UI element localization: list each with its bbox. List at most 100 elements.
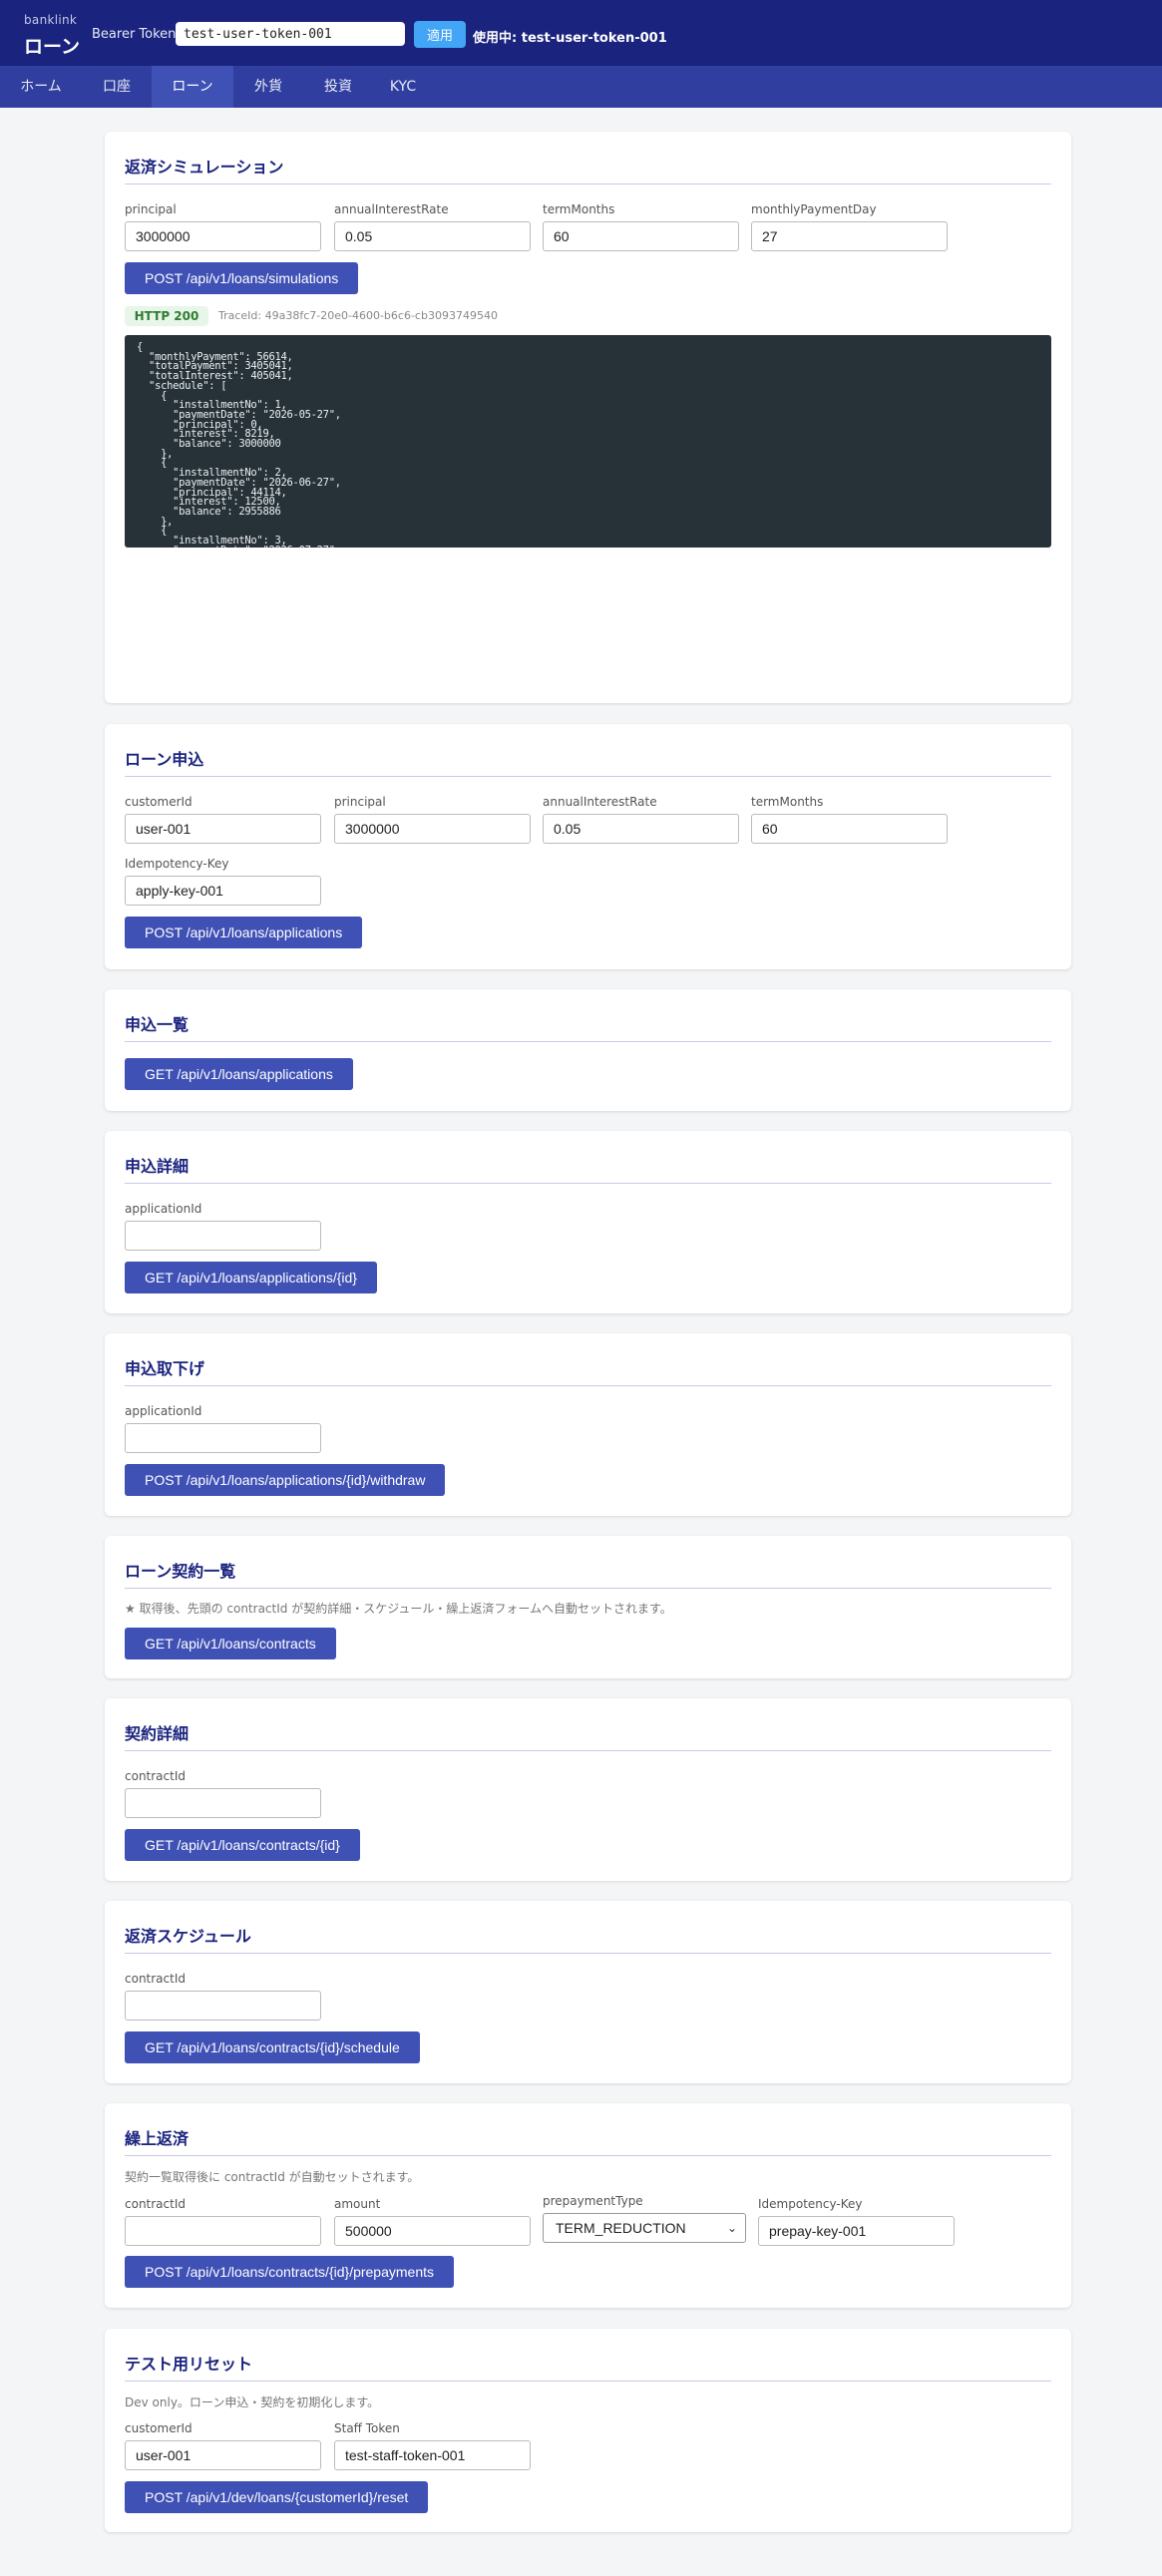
prepayment-type-select[interactable]: TERM_REDUCTION ⌄ — [543, 2213, 746, 2243]
customer-id-input[interactable] — [125, 2440, 321, 2470]
application-id-input[interactable] — [125, 1423, 321, 1453]
current-token-status: 使用中: test-user-token-001 — [473, 31, 667, 46]
run-simulation-button[interactable]: POST /api/v1/loans/simulations — [125, 262, 359, 294]
divider — [125, 1588, 1051, 1589]
contract-id-input[interactable] — [125, 1788, 321, 1818]
section-title: 契約詳細 — [125, 1724, 190, 1743]
term-months-input[interactable] — [543, 221, 739, 251]
brand-name: banklink — [24, 13, 78, 27]
section-title: 申込一覧 — [125, 1015, 190, 1034]
annual-interest-rate-label: annualInterestRate — [334, 202, 449, 216]
principal-input[interactable] — [334, 814, 531, 844]
section-title: 返済スケジュール — [125, 1927, 251, 1946]
list-applications-button[interactable]: GET /api/v1/loans/applications — [125, 1058, 353, 1090]
page-title: ローン — [24, 36, 81, 58]
contract-id-label: contractId — [125, 1972, 186, 1986]
application-id-label: applicationId — [125, 1202, 202, 1216]
top-bar: banklink ローン Bearer Token 適用 使用中: test-u… — [0, 0, 1162, 66]
annual-interest-rate-label: annualInterestRate — [543, 795, 657, 809]
monthly-payment-day-input[interactable] — [751, 221, 948, 251]
divider — [125, 2155, 1051, 2156]
status-badge: HTTP 200 — [125, 306, 208, 326]
amount-label: amount — [334, 2197, 381, 2211]
divider — [125, 2381, 1051, 2382]
section-title: ローン契約一覧 — [125, 1562, 236, 1581]
prepayment-note: 契約一覧取得後に contractId が自動セットされます。 — [125, 2170, 420, 2184]
get-application-button[interactable]: GET /api/v1/loans/applications/{id} — [125, 1262, 377, 1293]
tab-investment[interactable]: 投資 — [303, 66, 373, 108]
divider — [125, 1750, 1051, 1751]
reset-loans-button[interactable]: POST /api/v1/dev/loans/{customerId}/rese… — [125, 2481, 429, 2513]
get-contract-button[interactable]: GET /api/v1/loans/contracts/{id} — [125, 1829, 360, 1861]
divider — [125, 1183, 1051, 1184]
divider — [125, 1385, 1051, 1386]
annual-interest-rate-input[interactable] — [334, 221, 531, 251]
application-id-label: applicationId — [125, 1404, 202, 1418]
nav-bar: ホーム 口座 ローン 外貨 投資 KYC — [0, 66, 1162, 108]
idempotency-key-input[interactable] — [125, 876, 321, 906]
withdraw-application-button[interactable]: POST /api/v1/loans/applications/{id}/wit… — [125, 1464, 446, 1496]
token-label: Bearer Token — [92, 27, 177, 42]
contract-list-card: ローン契約一覧 ★ 取得後、先頭の contractId が契約詳細・スケジュー… — [105, 1536, 1071, 1678]
simulation-card: 返済シミュレーション principal annualInterestRate … — [105, 132, 1071, 703]
prepayment-type-value: TERM_REDUCTION — [556, 2220, 686, 2236]
amount-input[interactable] — [334, 2216, 531, 2246]
list-contracts-button[interactable]: GET /api/v1/loans/contracts — [125, 1628, 336, 1659]
get-schedule-button[interactable]: GET /api/v1/loans/contracts/{id}/schedul… — [125, 2031, 420, 2063]
divider — [125, 776, 1051, 777]
customer-id-input[interactable] — [125, 814, 321, 844]
response-panel[interactable]: { "monthlyPayment": 56614, "totalPayment… — [125, 335, 1051, 548]
contract-id-label: contractId — [125, 1769, 186, 1783]
contract-id-label: contractId — [125, 2197, 186, 2211]
tab-home[interactable]: ホーム — [0, 66, 82, 108]
divider — [125, 1041, 1051, 1042]
tab-accounts[interactable]: 口座 — [82, 66, 152, 108]
tab-loans[interactable]: ローン — [152, 66, 233, 108]
idempotency-key-input[interactable] — [758, 2216, 955, 2246]
divider — [125, 1953, 1051, 1954]
apply-token-button[interactable]: 適用 — [414, 21, 466, 48]
prepayment-card: 繰上返済 契約一覧取得後に contractId が自動セットされます。 con… — [105, 2103, 1071, 2308]
response-json: { "monthlyPayment": 56614, "totalPayment… — [137, 341, 341, 548]
tab-kyc[interactable]: KYC — [373, 66, 433, 108]
idempotency-key-label: Idempotency-Key — [125, 857, 229, 871]
section-title: 繰上返済 — [125, 2129, 190, 2148]
application-withdraw-card: 申込取下げ applicationId POST /api/v1/loans/a… — [105, 1333, 1071, 1516]
test-reset-card: テスト用リセット Dev only。ローン申込・契約を初期化します。 custo… — [105, 2329, 1071, 2532]
section-title: 申込取下げ — [125, 1359, 205, 1378]
customer-id-label: customerId — [125, 795, 193, 809]
idempotency-key-label: Idempotency-Key — [758, 2197, 863, 2211]
tab-forex[interactable]: 外貨 — [233, 66, 303, 108]
application-list-card: 申込一覧 GET /api/v1/loans/applications — [105, 989, 1071, 1111]
repayment-schedule-card: 返済スケジュール contractId GET /api/v1/loans/co… — [105, 1901, 1071, 2083]
staff-token-input[interactable] — [334, 2440, 531, 2470]
term-months-label: termMonths — [543, 202, 615, 216]
loan-application-card: ローン申込 customerId principal annualInteres… — [105, 724, 1071, 969]
principal-input[interactable] — [125, 221, 321, 251]
prepayment-type-label: prepaymentType — [543, 2194, 643, 2208]
term-months-input[interactable] — [751, 814, 948, 844]
contract-list-note: ★ 取得後、先頭の contractId が契約詳細・スケジュール・繰上返済フォ… — [125, 1602, 672, 1616]
principal-label: principal — [125, 202, 177, 216]
application-detail-card: 申込詳細 applicationId GET /api/v1/loans/app… — [105, 1131, 1071, 1313]
section-title: 返済シミュレーション — [125, 158, 284, 177]
section-title: テスト用リセット — [125, 2355, 253, 2374]
staff-token-label: Staff Token — [334, 2421, 400, 2435]
contract-id-input[interactable] — [125, 2216, 321, 2246]
annual-interest-rate-input[interactable] — [543, 814, 739, 844]
submit-application-button[interactable]: POST /api/v1/loans/applications — [125, 917, 363, 948]
customer-id-label: customerId — [125, 2421, 193, 2435]
application-id-input[interactable] — [125, 1221, 321, 1251]
monthly-payment-day-label: monthlyPaymentDay — [751, 202, 877, 216]
submit-prepayment-button[interactable]: POST /api/v1/loans/contracts/{id}/prepay… — [125, 2256, 455, 2288]
trace-id: TraceId: 49a38fc7-20e0-4600-b6c6-cb30937… — [218, 309, 498, 322]
bearer-token-input[interactable] — [176, 22, 405, 46]
section-title: 申込詳細 — [125, 1157, 190, 1176]
section-title: ローン申込 — [125, 750, 204, 769]
contract-id-input[interactable] — [125, 1991, 321, 2021]
chevron-down-icon: ⌄ — [726, 2221, 737, 2235]
reset-note: Dev only。ローン申込・契約を初期化します。 — [125, 2395, 380, 2409]
contract-detail-card: 契約詳細 contractId GET /api/v1/loans/contra… — [105, 1698, 1071, 1881]
term-months-label: termMonths — [751, 795, 824, 809]
principal-label: principal — [334, 795, 386, 809]
